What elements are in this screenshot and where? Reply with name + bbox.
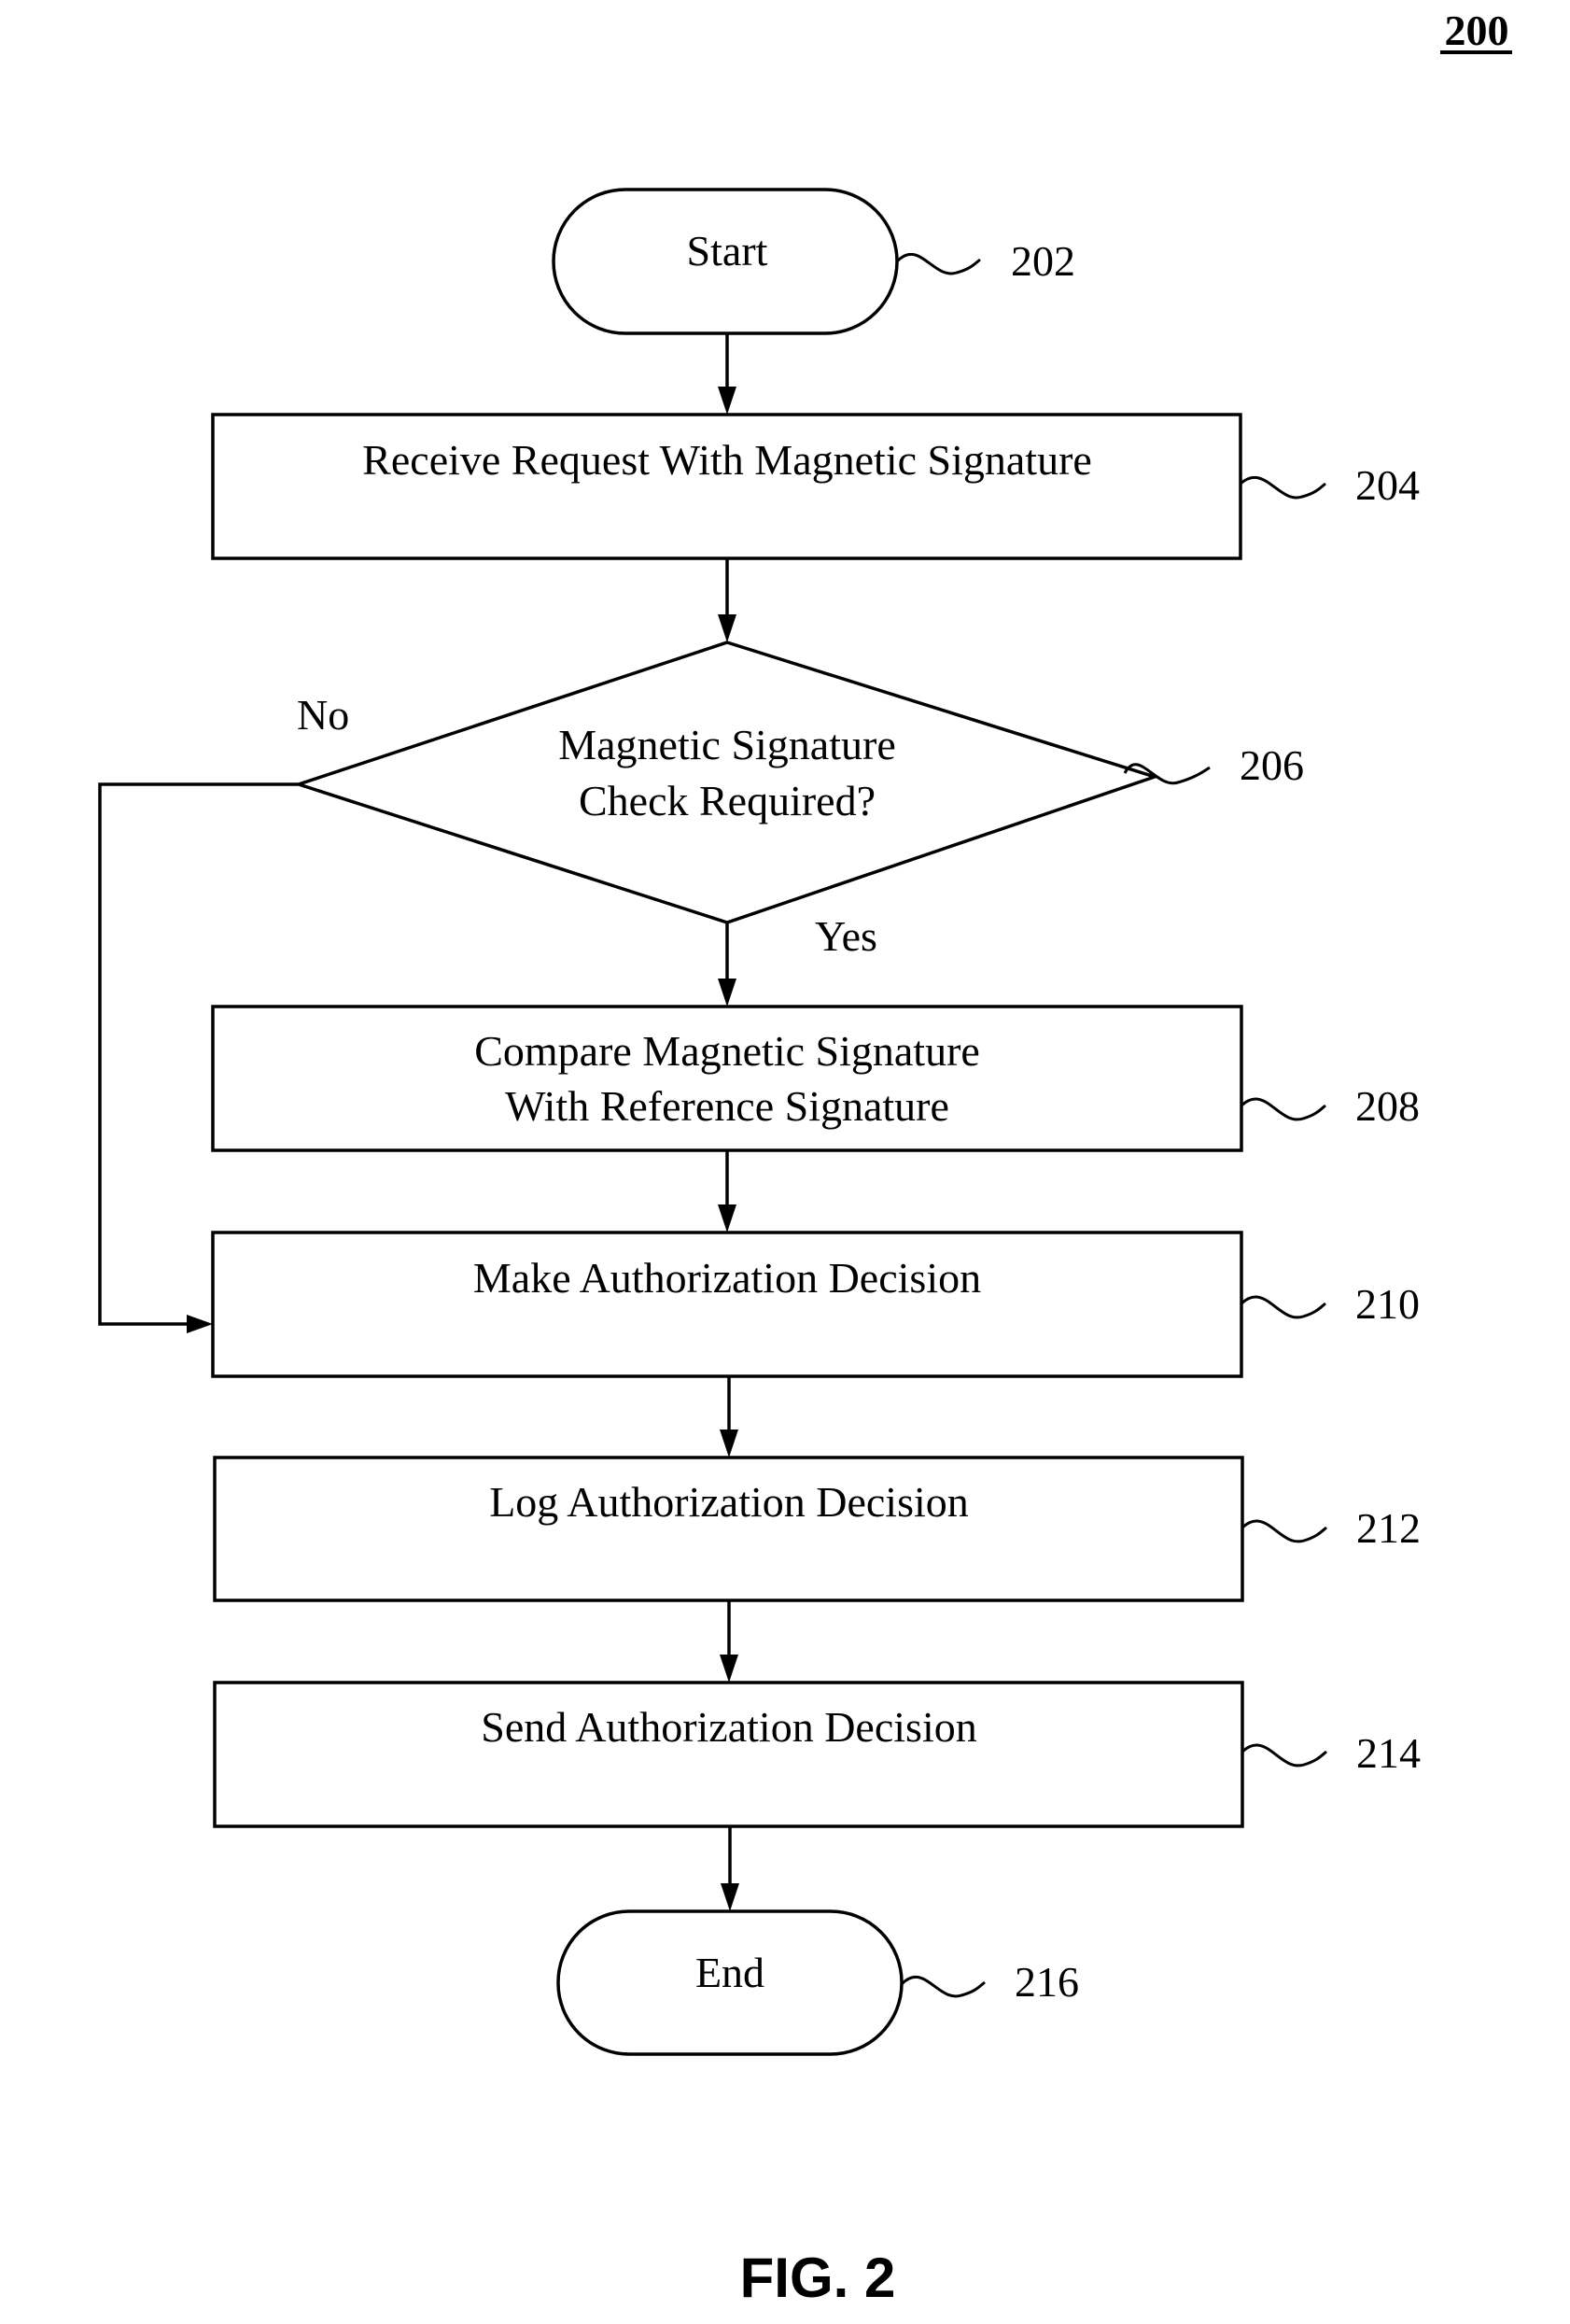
ref-number: 204	[1355, 461, 1420, 509]
ref-number: 210	[1355, 1280, 1420, 1328]
ref-leader	[1241, 1743, 1327, 1768]
arrowhead	[718, 614, 736, 642]
node-label: Log Authorization Decision	[489, 1478, 969, 1526]
ref-leader	[1240, 475, 1326, 500]
node-label-line-1: Compare Magnetic Signature	[474, 1027, 980, 1075]
node-label-line-1: Magnetic Signature	[558, 721, 896, 768]
node-decision-check-required: Magnetic Signature Check Required? 206	[293, 641, 1304, 924]
arrowhead	[718, 387, 736, 415]
arrowhead	[187, 1315, 213, 1333]
figure-caption: FIG. 2	[740, 2247, 896, 2309]
node-compare-signature: Compare Magnetic Signature With Referenc…	[211, 1005, 1420, 1152]
ref-number: 206	[1240, 741, 1304, 789]
node-send-decision: Send Authorization Decision 214	[213, 1681, 1421, 1828]
node-log-decision: Log Authorization Decision 212	[213, 1456, 1421, 1602]
flowchart: 200 Start 202 Receive Request With Magne…	[98, 7, 1512, 2309]
no-branch-label: No	[297, 691, 349, 739]
ref-leader	[1241, 1519, 1327, 1543]
arrowhead	[718, 979, 736, 1007]
ref-leader	[895, 253, 981, 275]
ref-number: 202	[1011, 237, 1075, 285]
node-start: Start 202	[552, 188, 1075, 335]
arrowhead	[718, 1204, 736, 1232]
ref-leader	[1240, 1097, 1326, 1121]
ref-number: 214	[1356, 1729, 1421, 1777]
arrowhead	[721, 1883, 739, 1911]
ref-leader	[1240, 1295, 1326, 1319]
node-make-decision: Make Authorization Decision 210	[211, 1231, 1420, 1378]
ref-number: 212	[1356, 1504, 1421, 1552]
node-label: End	[695, 1949, 764, 1996]
node-label: Receive Request With Magnetic Signature	[362, 436, 1092, 484]
node-label: Send Authorization Decision	[481, 1703, 976, 1751]
yes-branch-label: Yes	[815, 912, 877, 960]
node-end: End 216	[556, 1909, 1079, 2056]
node-receive-request: Receive Request With Magnetic Signature …	[211, 413, 1420, 560]
ref-leader	[900, 1976, 986, 1998]
node-label: Make Authorization Decision	[473, 1254, 981, 1302]
node-label: Start	[687, 227, 768, 275]
arrowhead	[720, 1430, 738, 1458]
node-label-line-2: Check Required?	[579, 777, 876, 824]
figure-number: 200	[1445, 7, 1509, 54]
arrowhead	[720, 1655, 738, 1683]
ref-number: 208	[1355, 1082, 1420, 1130]
ref-number: 216	[1015, 1958, 1079, 2006]
node-label-line-2: With Reference Signature	[505, 1082, 949, 1130]
